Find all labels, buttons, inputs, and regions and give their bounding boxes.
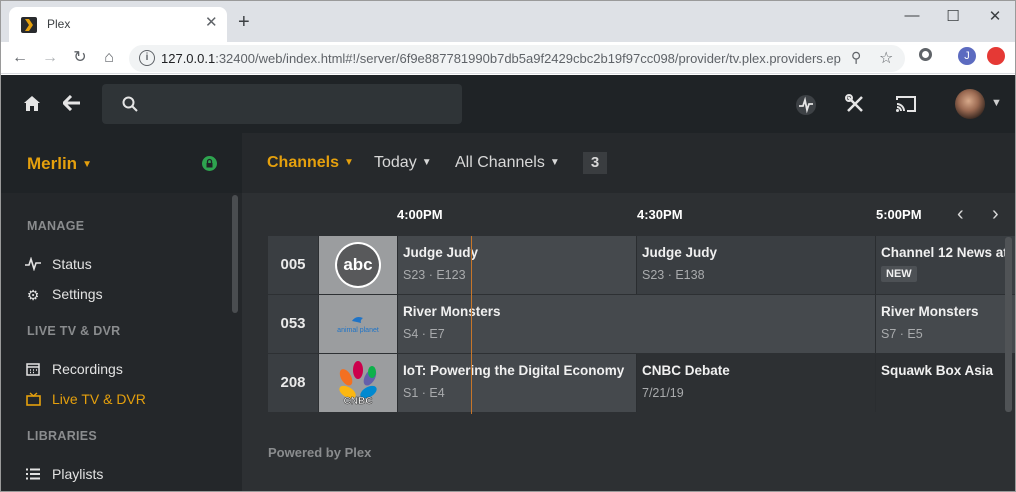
channel-row: 208 CNBC IoT: Powering the Digital Econo… [268,354,1015,412]
window-close-icon[interactable]: ✕ [980,7,1010,25]
url-text[interactable]: 127.0.0.1:32400/web/index.html#!/server/… [161,51,841,66]
program-cell[interactable]: River Monsters S7 · E5 [875,295,1015,353]
caret-down-icon: ▼ [421,157,432,168]
animal-planet-logo[interactable]: animal planet [319,295,397,353]
plex-favicon-icon [21,17,37,33]
pulse-icon [25,256,41,274]
channel-number[interactable]: 053 [268,295,318,353]
settings-tools-icon[interactable] [845,94,865,118]
extension-icon[interactable] [919,48,932,61]
time-header-1: 4:00PM [397,207,443,222]
livetv-header: LIVE TV & DVR [27,324,121,338]
svg-text:animal planet: animal planet [337,327,379,334]
new-tab-button[interactable]: + [238,12,250,32]
time-header-2: 4:30PM [637,207,683,222]
tab-title: Plex [47,17,71,31]
back-arrow-icon[interactable] [61,94,81,115]
maximize-icon[interactable]: ☐ [938,7,968,25]
program-cell[interactable]: River Monsters S4 · E7 [397,295,875,353]
server-name[interactable]: Merlin ▼ [27,154,92,174]
powered-by-text: Powered by Plex [268,445,372,460]
sidebar: Merlin ▼ MANAGE Status ⚙ Settings LIVE TV… [1,133,242,491]
current-time-indicator [471,236,472,414]
channel-number[interactable]: 208 [268,354,318,412]
cast-icon[interactable] [895,95,917,117]
search-icon [122,96,138,112]
sidebar-scrollbar[interactable] [232,195,238,313]
time-header-3: 5:00PM [876,207,922,222]
today-dropdown[interactable]: Today ▼ [374,154,432,172]
caret-down-icon: ▼ [344,157,354,168]
cnbc-logo[interactable]: CNBC [319,354,397,412]
program-cell[interactable]: Squawk Box Asia [875,354,1015,412]
server-selector[interactable]: Merlin ▼ [1,133,242,193]
program-cell[interactable]: CNBC Debate 7/21/19 [636,354,875,412]
plex-topbar: ▼ [1,75,1015,133]
svg-text:abc: abc [343,255,372,274]
channel-count-badge: 3 [583,152,607,174]
program-cell[interactable]: IoT: Powering the Digital Economy S1 · E… [397,354,636,412]
tab-close-icon[interactable]: ✕ [205,15,218,31]
libraries-header: LIBRARIES [27,429,98,443]
search-input[interactable] [102,84,462,124]
all-channels-dropdown[interactable]: All Channels ▼ [455,154,560,172]
prev-time-icon[interactable]: ‹ [957,203,964,226]
activity-icon[interactable] [795,94,817,120]
page-scrollbar[interactable] [1005,237,1012,412]
home-icon[interactable] [23,95,41,116]
browser-window: Plex ✕ + — ☐ ✕ ← → ↻ ⌂ i 127.0.0.1:32400… [0,0,1016,492]
guide-grid: 005 abc Judge Judy S23 · E123 Judge Judy… [268,236,1015,414]
program-cell[interactable]: Judge Judy S23 · E138 [636,236,875,294]
tab-plex[interactable]: Plex ✕ [9,7,227,42]
channels-dropdown[interactable]: Channels ▼ [267,154,354,172]
caret-down-icon: ▼ [549,157,560,168]
next-time-icon[interactable]: › [992,203,999,226]
address-bar[interactable]: i 127.0.0.1:32400/web/index.html#!/serve… [129,45,905,72]
svg-text:CNBC: CNBC [344,396,373,407]
calendar-icon [25,362,41,379]
browser-toolbar: ← → ↻ ⌂ i 127.0.0.1:32400/web/index.html… [1,42,1015,74]
manage-header: MANAGE [27,219,85,233]
filter-bar: Channels ▼ Today ▼ All Channels ▼ 3 [242,133,1015,193]
back-icon[interactable]: ← [9,47,31,69]
minimize-icon[interactable]: — [897,7,927,24]
zoom-icon[interactable]: ⚲ [851,49,861,66]
tv-icon [25,392,41,409]
program-cell[interactable]: Judge Judy S23 · E123 [397,236,636,294]
user-avatar[interactable] [955,89,985,119]
site-info-icon[interactable]: i [139,50,155,66]
profile-avatar[interactable]: J [958,47,976,65]
channel-number[interactable]: 005 [268,236,318,294]
program-cell[interactable]: Channel 12 News at NEW [875,236,1015,294]
forward-icon[interactable]: → [39,47,61,69]
server-caret-icon: ▼ [82,159,92,170]
gear-icon: ⚙ [26,287,40,303]
bookmark-star-icon[interactable]: ☆ [879,48,893,68]
channel-row: 053 animal planet River Monsters S4 · E7… [268,295,1015,353]
abc-logo[interactable]: abc [319,236,397,294]
lock-icon [202,156,217,171]
plex-app: ▼ Merlin▼ MANAGE Status ⚙ Settings LIVE [1,75,1015,491]
guide-main: Channels ▼ Today ▼ All Channels ▼ 3 4:00PM … [242,133,1015,491]
list-icon [25,467,41,483]
channel-row: 005 abc Judge Judy S23 · E123 Judge Judy… [268,236,1015,294]
extension-red-icon[interactable] [987,47,1005,65]
avatar-caret-icon[interactable]: ▼ [991,97,1002,109]
reload-icon[interactable]: ↻ [69,47,91,69]
tab-strip: Plex ✕ + — ☐ ✕ [1,1,1015,42]
new-badge: NEW [881,266,917,282]
home-icon[interactable]: ⌂ [98,47,120,69]
